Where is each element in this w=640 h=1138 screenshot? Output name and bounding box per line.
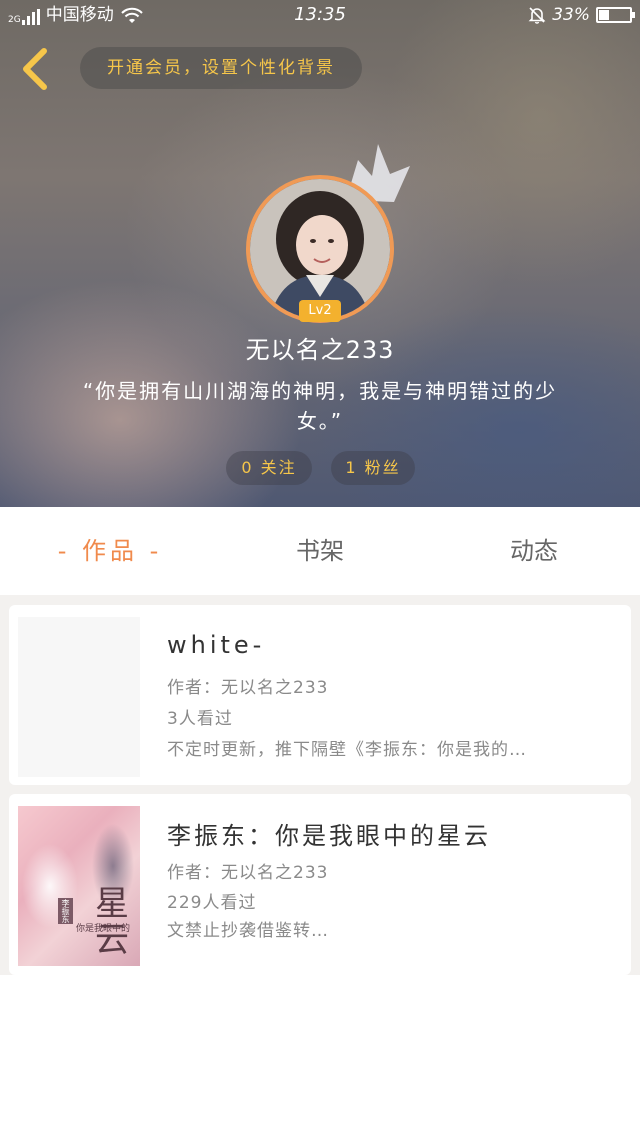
tab-bookshelf[interactable]: 书架 (240, 507, 400, 595)
book-title: white- (167, 631, 266, 659)
battery-fill (599, 10, 609, 20)
chevron-left-icon (23, 48, 47, 90)
cover-tag: 李振东 (58, 898, 73, 924)
tab-bar: - 作品 - 书架 动态 (0, 507, 640, 595)
blank-area (0, 975, 640, 1138)
book-views: 229人看过 (167, 893, 257, 913)
avatar-portrait (250, 179, 390, 319)
bell-muted-icon (528, 7, 546, 24)
battery-icon (596, 7, 635, 23)
book-card[interactable]: 李振东 你是我眼中的 星云 李振东：你是我眼中的星云 作者：无以名之233 22… (9, 794, 631, 975)
book-description: 不定时更新，推下隔壁《李振东：你是我的… (167, 740, 527, 760)
back-button[interactable] (14, 46, 54, 92)
battery-percent: 33% (552, 5, 590, 25)
book-card[interactable]: white- 作者：无以名之233 3人看过 不定时更新，推下隔壁《李振东：你是… (9, 605, 631, 785)
book-author: 作者：无以名之233 (167, 678, 329, 698)
level-badge: Lv2 (299, 300, 341, 322)
book-cover[interactable] (18, 617, 140, 777)
username: 无以名之233 (245, 336, 395, 364)
status-bar: 2G 中国移动 13:35 33% (0, 0, 640, 32)
vip-background-banner[interactable]: 开通会员，设置个性化背景 (80, 47, 362, 89)
works-list: white- 作者：无以名之233 3人看过 不定时更新，推下隔壁《李振东：你是… (0, 595, 640, 975)
profile-header: 2G 中国移动 13:35 33% 开通会员，设置个性化背景 Lv2 无以名之2… (0, 0, 640, 507)
book-description: 文禁止抄袭借鉴转… (167, 921, 329, 941)
status-right: 33% (528, 5, 635, 25)
book-cover[interactable]: 李振东 你是我眼中的 星云 (18, 806, 140, 966)
following-count-button[interactable]: 0 关注 (226, 451, 312, 485)
book-title: 李振东：你是我眼中的星云 (167, 822, 491, 850)
book-views: 3人看过 (167, 709, 233, 729)
book-author: 作者：无以名之233 (167, 863, 329, 883)
tab-works[interactable]: - 作品 - (30, 507, 190, 595)
tab-activity[interactable]: 动态 (454, 507, 614, 595)
cover-title: 星云 (95, 884, 129, 960)
user-bio: “你是拥有山川湖海的神明，我是与神明错过的少女。” (82, 379, 558, 433)
followers-count-button[interactable]: 1 粉丝 (331, 451, 415, 485)
